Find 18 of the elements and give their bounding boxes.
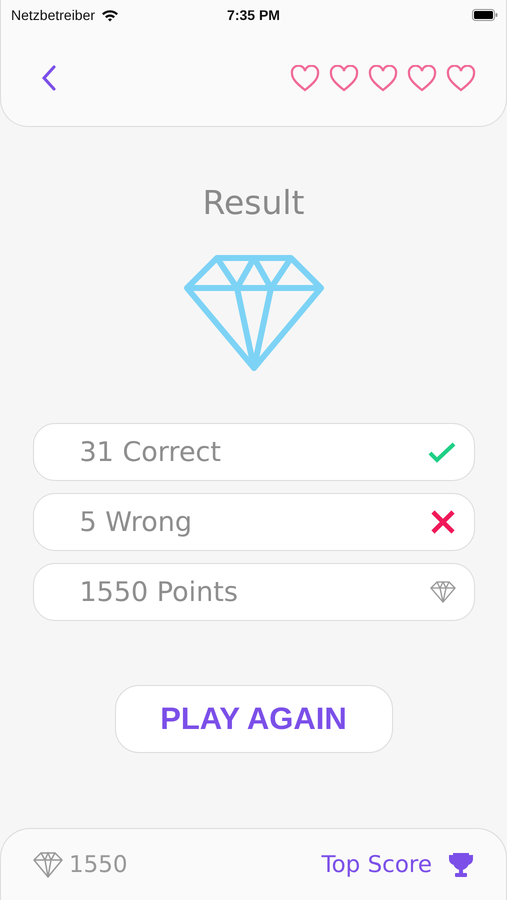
result-text: 31 Correct	[80, 436, 221, 468]
battery-icon	[472, 9, 498, 21]
clock-time: 7:35 PM	[227, 7, 280, 23]
carrier-name: Netzbetreiber	[11, 7, 96, 23]
cross-icon	[430, 509, 456, 535]
top-score-link[interactable]: Top Score	[321, 852, 432, 878]
play-again-button[interactable]: PLAY AGAIN	[114, 685, 392, 753]
gem-count: 1550	[69, 852, 128, 878]
trophy-icon[interactable]	[448, 852, 474, 878]
wifi-icon	[101, 8, 120, 22]
diamond-icon	[430, 581, 456, 603]
diamond-icon	[184, 253, 324, 373]
result-text: 5 Wrong	[80, 506, 192, 538]
check-icon	[428, 441, 456, 463]
diamond-icon	[33, 852, 63, 878]
result-text: 1550 Points	[80, 576, 238, 608]
back-icon[interactable]	[41, 65, 57, 91]
result-title: Result	[202, 183, 304, 223]
